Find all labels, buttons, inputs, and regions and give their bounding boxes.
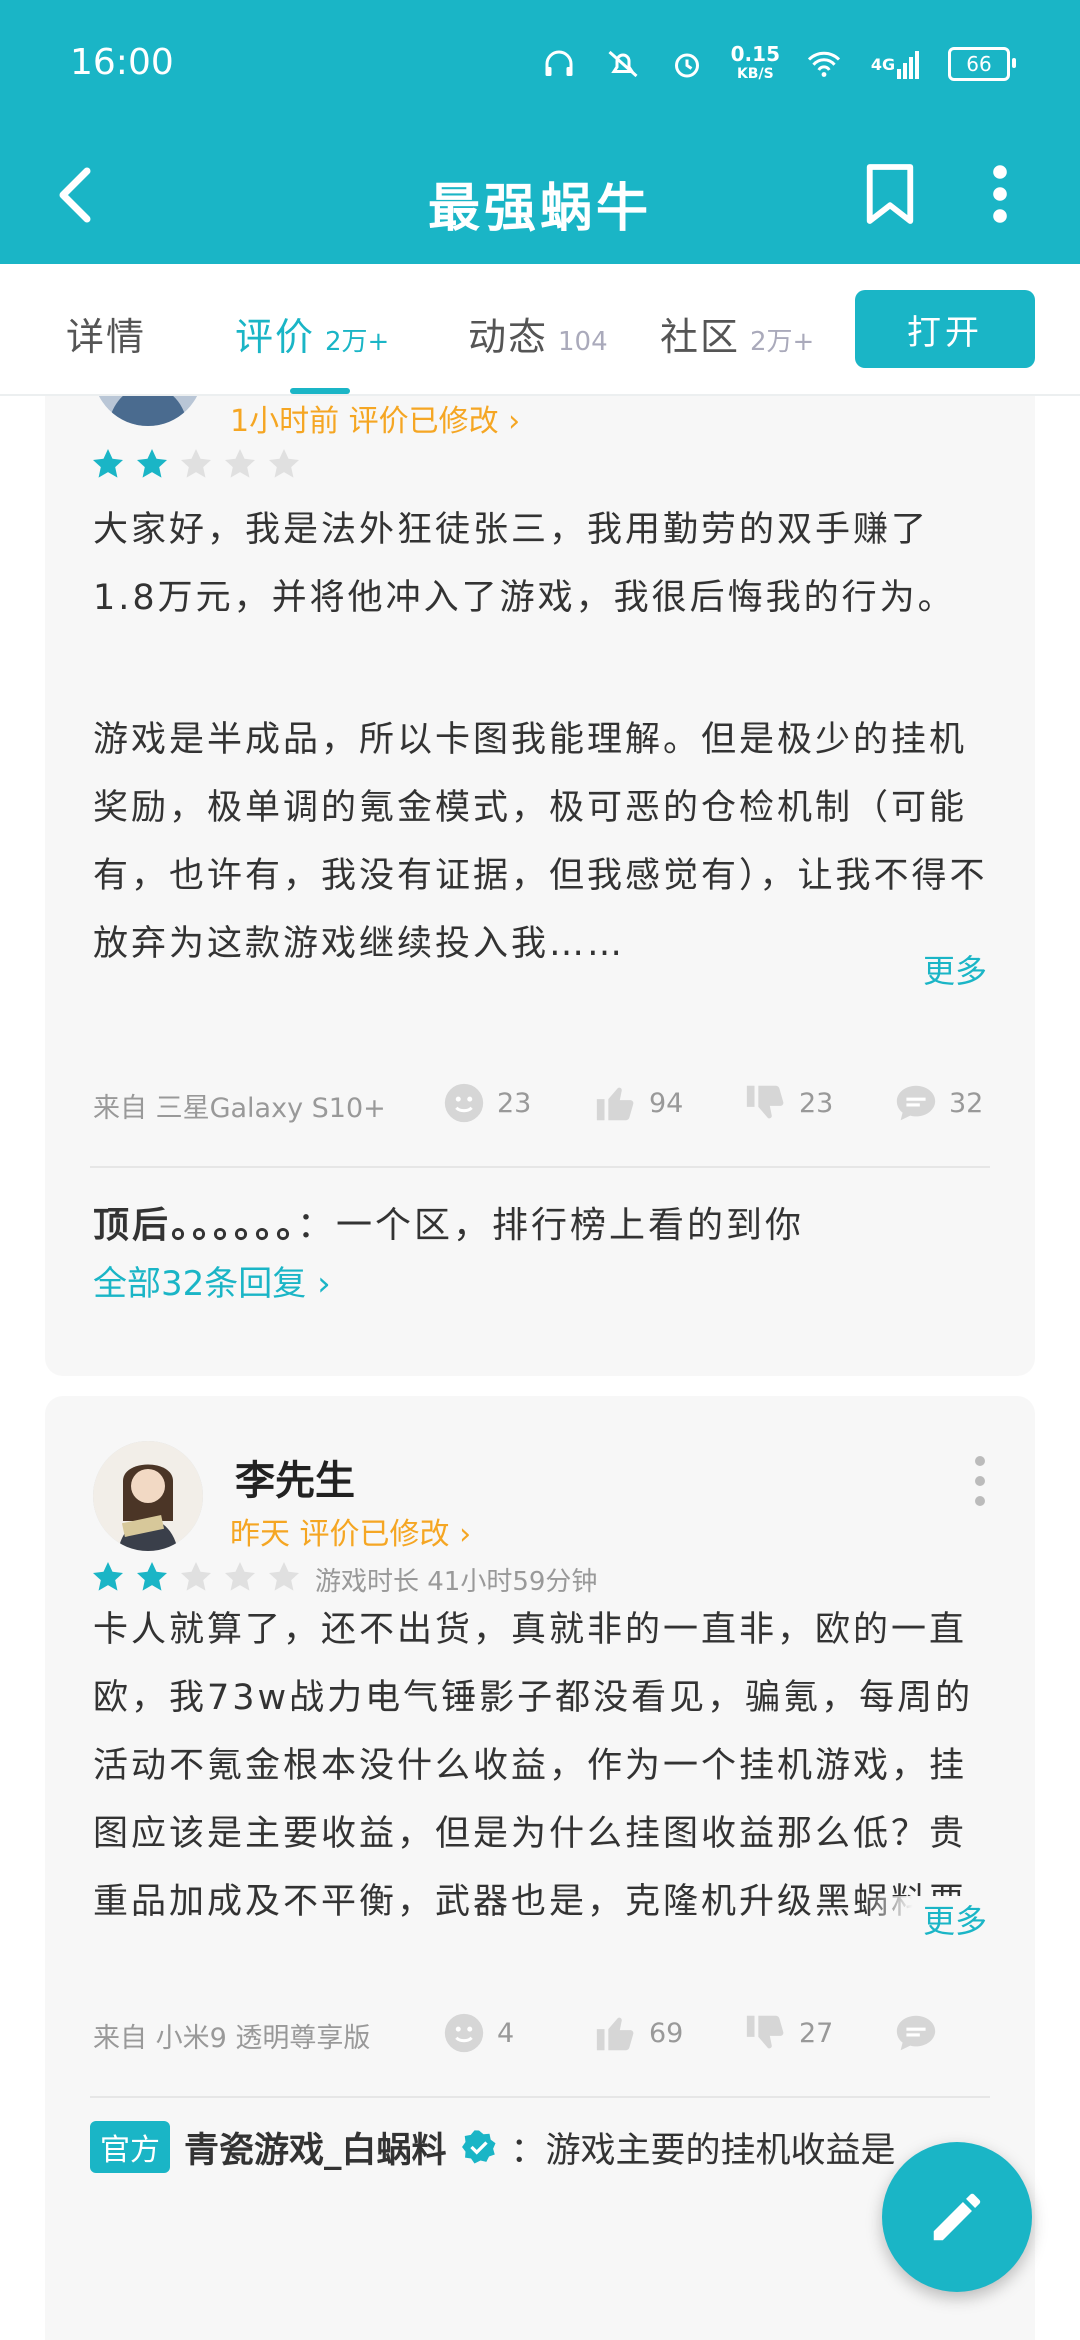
review-footer: 来自 小米9 透明尊享版 4 69 27 <box>93 2004 993 2064</box>
verified-check-icon <box>461 2130 496 2164</box>
emoji-count: 4 <box>497 2017 515 2049</box>
divider <box>90 2096 990 2098</box>
speed-value: 0.15 <box>730 42 780 66</box>
star-empty-icon <box>181 1562 211 1591</box>
official-reply-text: ：游戏主要的挂机收益是 <box>510 2130 896 2171</box>
pencil-icon <box>933 2193 981 2241</box>
bookmark-button[interactable] <box>850 154 930 234</box>
thumbs-up-icon <box>596 2017 634 2051</box>
device-info: 来自 小米9 透明尊享版 <box>93 2023 371 2054</box>
expand-more-link[interactable]: 更多 <box>862 1896 987 1942</box>
more-menu-button[interactable] <box>960 154 1040 234</box>
tab-label: 详情 <box>66 315 147 359</box>
star-filled-icon <box>137 449 167 478</box>
comment-count: 32 <box>949 1087 984 1119</box>
star-filled-icon <box>93 449 123 478</box>
emoji-reaction-button[interactable]: 4 <box>441 2010 514 2056</box>
wifi-icon <box>804 44 844 84</box>
app-bar: 最强蜗牛 <box>0 130 1080 264</box>
tab-bar: 详情 评价 2万+ 动态 104 社区 2万+ 打开 <box>0 264 1080 396</box>
review-list[interactable]: 1小时前 评价已修改 › 大家好，我是法外狂徒张三，我用勤劳的双手赚了1.8万元… <box>0 396 1080 2340</box>
write-review-button[interactable] <box>882 2142 1032 2292</box>
avatar[interactable] <box>93 396 203 426</box>
dislike-button[interactable]: 27 <box>743 2010 833 2056</box>
review-meta[interactable]: 1小时前 评价已修改 › <box>230 396 520 440</box>
star-empty-icon <box>269 1562 299 1591</box>
speed-unit: KB/S <box>736 66 774 82</box>
tab-label: 社区 <box>660 315 741 359</box>
review-text: 大家好，我是法外狂徒张三，我用勤劳的双手赚了1.8万元，并将他冲入了游戏，我很后… <box>93 510 956 618</box>
review-footer: 来自 三星Galaxy S10+ 23 94 23 32 <box>93 1074 993 1134</box>
emoji-count: 23 <box>497 1087 532 1119</box>
network-speed: 0.15 KB/S <box>731 44 780 84</box>
tab-count: 2万+ <box>325 327 390 357</box>
review-options-button[interactable] <box>970 1456 990 1506</box>
thumbs-up-icon <box>596 1087 634 1121</box>
like-button[interactable]: 94 <box>593 1080 683 1126</box>
tab-activity[interactable]: 动态 104 <box>468 306 608 361</box>
tab-count: 104 <box>558 327 608 357</box>
signal-icon: 4G <box>868 44 924 84</box>
comment-button[interactable]: 32 <box>893 1080 983 1126</box>
comment-icon <box>896 2015 936 2051</box>
like-button[interactable]: 69 <box>593 2010 683 2056</box>
tab-label: 动态 <box>468 315 549 359</box>
headphones-icon <box>539 44 579 84</box>
battery-icon: 66 <box>948 47 1016 81</box>
review-text: 游戏是半成品，所以卡图我能理解。但是极少的挂机奖励，极单调的氪金模式，极可恶的仓… <box>93 720 988 964</box>
official-reply-author: 青瓷游戏_白蜗料 <box>184 2130 447 2171</box>
device-info: 来自 三星Galaxy S10+ <box>93 1093 386 1124</box>
thumbs-down-icon <box>746 1085 784 1119</box>
star-rating <box>90 1559 302 1595</box>
mute-bell-icon <box>603 44 643 84</box>
thumbs-down-icon <box>746 2015 784 2049</box>
status-bar: 16:00 0.15 KB/S 4G 66 <box>0 0 1080 130</box>
reply-author: 顶后。。。。。。 <box>93 1205 298 1246</box>
comment-button[interactable] <box>893 2010 949 2056</box>
alarm-icon <box>667 44 707 84</box>
review-card: 1小时前 评价已修改 › 大家好，我是法外狂徒张三，我用勤劳的双手赚了1.8万元… <box>45 396 1035 1376</box>
all-replies-link[interactable]: 全部32条回复 › <box>93 1256 331 1305</box>
comment-icon <box>896 1085 936 1121</box>
star-filled-icon <box>93 1562 123 1591</box>
active-tab-indicator <box>290 388 350 394</box>
star-empty-icon <box>181 449 211 478</box>
star-empty-icon <box>225 449 255 478</box>
like-count: 94 <box>649 1087 684 1119</box>
star-empty-icon <box>225 1562 255 1591</box>
official-badge: 官方 <box>90 2121 170 2173</box>
tab-community[interactable]: 社区 2万+ <box>660 306 814 361</box>
reply-preview[interactable]: 顶后。。。。。。：一个区，排行榜上看的到你 <box>93 1196 804 1248</box>
reply-text: ：一个区，排行榜上看的到你 <box>297 1205 805 1246</box>
tab-label: 评价 <box>235 315 316 359</box>
tab-count: 2万+ <box>750 327 815 357</box>
username[interactable]: 李先生 <box>235 1448 355 1506</box>
expand-more-link[interactable]: 更多 <box>862 946 987 992</box>
dislike-count: 23 <box>799 1087 834 1119</box>
divider <box>90 1166 990 1168</box>
playtime: 游戏时长 41小时59分钟 <box>315 1567 598 1597</box>
review-text: 卡人就算了，还不出货，真就非的一直非，欧的一直欧，我73w战力电气锤影子都没看见… <box>93 1610 974 1922</box>
avatar[interactable] <box>93 1441 203 1551</box>
dislike-button[interactable]: 23 <box>743 1080 833 1126</box>
like-count: 69 <box>649 2017 684 2049</box>
star-empty-icon <box>269 449 299 478</box>
emoji-reaction-button[interactable]: 23 <box>441 1080 531 1126</box>
status-time: 16:00 <box>70 42 174 83</box>
dislike-count: 27 <box>799 2017 834 2049</box>
bookmark-icon <box>866 164 914 224</box>
network-type: 4G <box>870 54 896 74</box>
open-game-button[interactable]: 打开 <box>855 290 1035 368</box>
more-vertical-icon <box>993 165 1007 223</box>
status-icons: 0.15 KB/S 4G 66 <box>539 38 1016 90</box>
smiley-icon <box>444 2013 484 2053</box>
star-rating <box>90 446 302 482</box>
smiley-icon <box>444 1083 484 1123</box>
official-reply-preview[interactable]: 官方 青瓷游戏_白蜗料 ：游戏主要的挂机收益是 <box>90 2121 896 2173</box>
review-meta[interactable]: 昨天 评价已修改 › <box>230 1509 471 1553</box>
star-filled-icon <box>137 1562 167 1591</box>
tab-details[interactable]: 详情 <box>66 306 146 361</box>
tab-reviews[interactable]: 评价 2万+ <box>235 306 389 361</box>
